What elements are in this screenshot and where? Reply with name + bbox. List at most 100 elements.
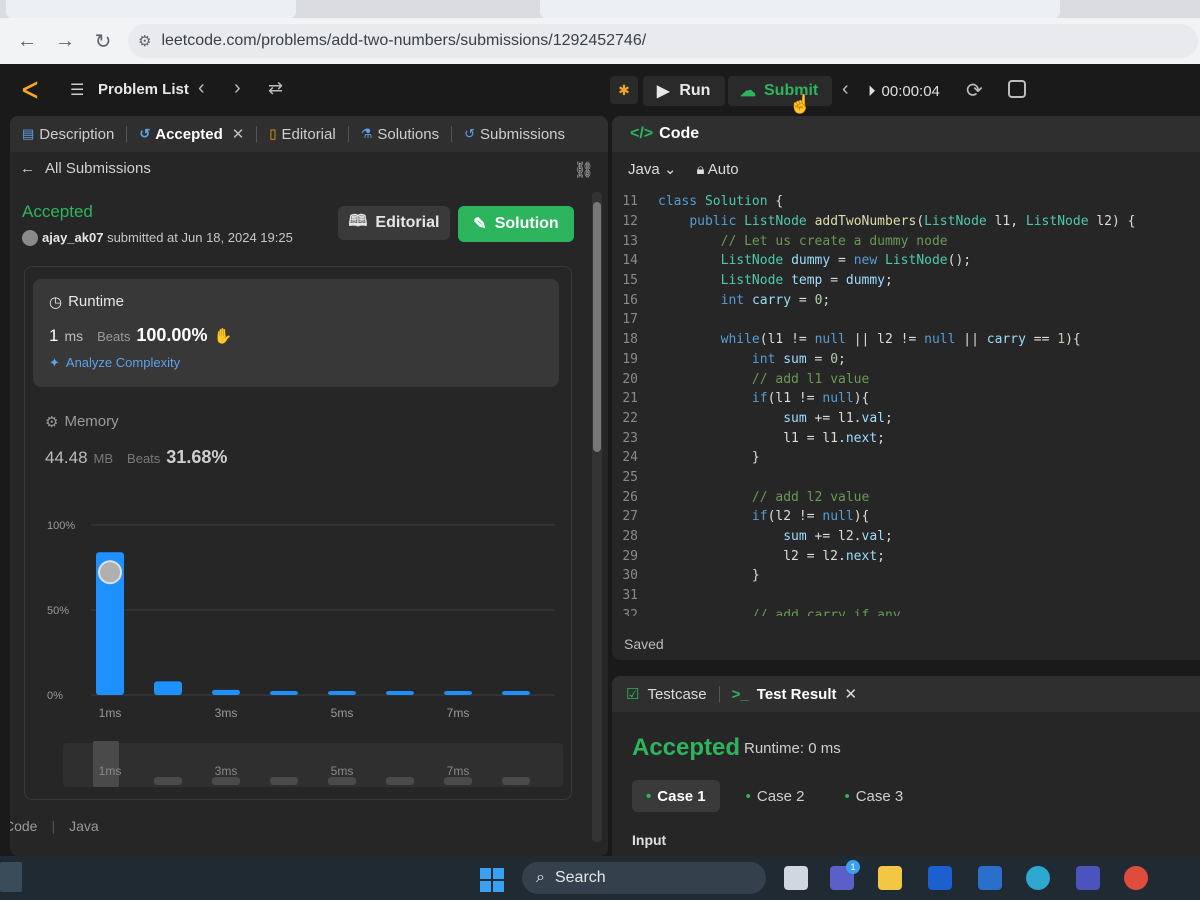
shuffle-icon[interactable]: ⇄ [268, 78, 283, 99]
avatar[interactable] [22, 230, 38, 246]
chart-bar[interactable] [502, 691, 530, 695]
chrome-icon[interactable] [1124, 866, 1148, 890]
tab-description[interactable]: ▤ Description [22, 126, 114, 143]
tab-label: Editorial [281, 125, 336, 143]
next-problem-icon[interactable]: › [234, 77, 241, 100]
scrollbar-thumb[interactable] [593, 202, 601, 452]
all-submissions-link[interactable]: ← All Submissions [20, 160, 151, 177]
tab-testcase[interactable]: Testcase [647, 686, 706, 703]
tab-test-result[interactable]: Test Result [757, 686, 837, 703]
solution-button[interactable]: ✎ Solution [458, 206, 574, 242]
language-select[interactable]: Java ⌄ [628, 160, 676, 178]
code-line[interactable]: 17 [612, 310, 1200, 330]
left-tab-bar: ▤ Description ↺ Accepted ✕ ▯ Editorial ⚗… [10, 116, 608, 152]
line-number: 27 [622, 509, 638, 525]
debug-icon[interactable]: ✱ [610, 76, 638, 104]
line-number: 18 [622, 332, 638, 348]
mail-icon[interactable] [978, 866, 1002, 890]
case-2-tab[interactable]: • Case 2 [732, 780, 819, 812]
tab-label: Accepted [155, 125, 223, 143]
url-bar[interactable]: ⚙ leetcode.com/problems/add-two-numbers/… [128, 24, 1198, 58]
forward-icon[interactable]: → [46, 30, 84, 53]
task-view-icon[interactable] [784, 866, 808, 890]
chart-bar[interactable] [328, 691, 356, 695]
file-explorer-icon[interactable] [878, 866, 902, 890]
code-line[interactable]: 14 ListNode dummy = new ListNode(); [612, 251, 1200, 271]
username[interactable]: ajay_ak07 [42, 230, 103, 245]
leetcode-logo-icon[interactable]: ᐸ [22, 78, 38, 104]
run-button[interactable]: ▶ Run [643, 76, 725, 106]
code-text: int sum = 0; [751, 351, 846, 367]
code-line[interactable]: 11 class Solution { [612, 192, 1200, 212]
browser-tab[interactable] [540, 0, 1060, 18]
book-icon: ▯ [269, 126, 277, 141]
chart-bar[interactable] [444, 691, 472, 695]
code-line[interactable]: 30 } [612, 566, 1200, 586]
chevron-left-icon[interactable]: ‹ [842, 78, 849, 101]
code-line[interactable]: 23 l1 = l1.next; [612, 428, 1200, 448]
app-l-icon[interactable] [928, 866, 952, 890]
code-line[interactable]: 29 l2 = l2.next; [612, 546, 1200, 566]
chart-bar[interactable] [154, 681, 182, 695]
timer[interactable]: ⏵ 00:00:04 [868, 76, 940, 106]
close-icon[interactable]: ✕ [845, 685, 858, 703]
code-line[interactable]: 25 [612, 468, 1200, 488]
chart-bar[interactable] [212, 689, 240, 695]
auto-mode[interactable]: 🔒︎ Auto [696, 161, 738, 178]
chart-bar[interactable] [270, 691, 298, 695]
windows-start-icon[interactable] [480, 868, 504, 892]
code-line[interactable]: 21 if(l1 != null){ [612, 389, 1200, 409]
code-line[interactable]: 13 // Let us create a dummy node [612, 231, 1200, 251]
code-line[interactable]: 12 public ListNode addTwoNumbers(ListNod… [612, 212, 1200, 232]
code-icon: </> [630, 125, 654, 142]
tab-divider [347, 126, 349, 142]
code-line[interactable]: 24 } [612, 448, 1200, 468]
line-number: 16 [622, 292, 638, 308]
code-line[interactable]: 26 // add l2 value [612, 487, 1200, 507]
submit-button[interactable]: ☁ Submit [728, 76, 832, 106]
code-line[interactable]: 20 // add l1 value [612, 369, 1200, 389]
tab-solutions[interactable]: ⚗ Solutions [361, 126, 439, 143]
case-1-tab[interactable]: • Case 1 [632, 780, 720, 812]
edge-browser-icon[interactable] [1026, 866, 1050, 890]
code-line[interactable]: 15 ListNode temp = dummy; [612, 271, 1200, 291]
browser-tab-strip [0, 0, 1200, 18]
reset-icon[interactable]: ⟳ [966, 78, 983, 103]
notes-icon[interactable] [1008, 80, 1026, 98]
chart-bar[interactable] [386, 691, 414, 695]
editorial-button[interactable]: 🕮 Editorial [338, 206, 450, 240]
code-line[interactable]: 32 // add carry if any [612, 605, 1200, 616]
case-3-tab[interactable]: • Case 3 [830, 780, 917, 812]
submitted-at: submitted at Jun 18, 2024 19:25 [107, 230, 293, 245]
code-footer: Code | Java [10, 806, 608, 846]
pass-dot-icon: • [745, 787, 751, 805]
code-line[interactable]: 16 int carry = 0; [612, 290, 1200, 310]
code-line[interactable]: 27 if(l2 != null){ [612, 507, 1200, 527]
site-info-icon[interactable]: ⚙ [138, 32, 151, 50]
pass-dot-icon: • [646, 787, 652, 805]
tab-submissions[interactable]: ↺ Submissions [464, 126, 565, 143]
teams-icon[interactable] [1076, 866, 1100, 890]
share-link-icon[interactable]: ⛓ [574, 160, 594, 180]
history-icon: ↺ [139, 126, 151, 141]
code-line[interactable]: 22 sum += l1.val; [612, 409, 1200, 429]
scrollbar[interactable] [592, 192, 602, 842]
close-icon[interactable]: ✕ [232, 125, 245, 143]
problem-list-link[interactable]: Problem List [98, 81, 189, 98]
tab-editorial[interactable]: ▯ Editorial [269, 126, 335, 143]
prev-problem-icon[interactable]: ‹ [198, 77, 205, 100]
code-line[interactable]: 31 [612, 586, 1200, 606]
book-icon: 🕮 [348, 212, 368, 230]
reload-icon[interactable]: ↻ [84, 29, 122, 54]
taskbar-search[interactable]: ⌕ Search [522, 862, 766, 894]
code-line[interactable]: 18 while(l1 != null || l2 != null || car… [612, 330, 1200, 350]
tab-accepted[interactable]: ↺ Accepted ✕ [139, 125, 245, 144]
code-line[interactable]: 28 sum += l2.val; [612, 527, 1200, 547]
code-line[interactable]: 19 int sum = 0; [612, 350, 1200, 370]
browser-tab[interactable] [6, 0, 296, 18]
code-footer-label: Code [10, 818, 38, 834]
back-icon[interactable]: ← [8, 30, 46, 53]
language-row: Java ⌄ 🔒︎ Auto [628, 160, 739, 179]
widgets-icon[interactable] [0, 862, 22, 892]
code-editor[interactable]: 11 class Solution {12 public ListNode add… [612, 192, 1200, 616]
